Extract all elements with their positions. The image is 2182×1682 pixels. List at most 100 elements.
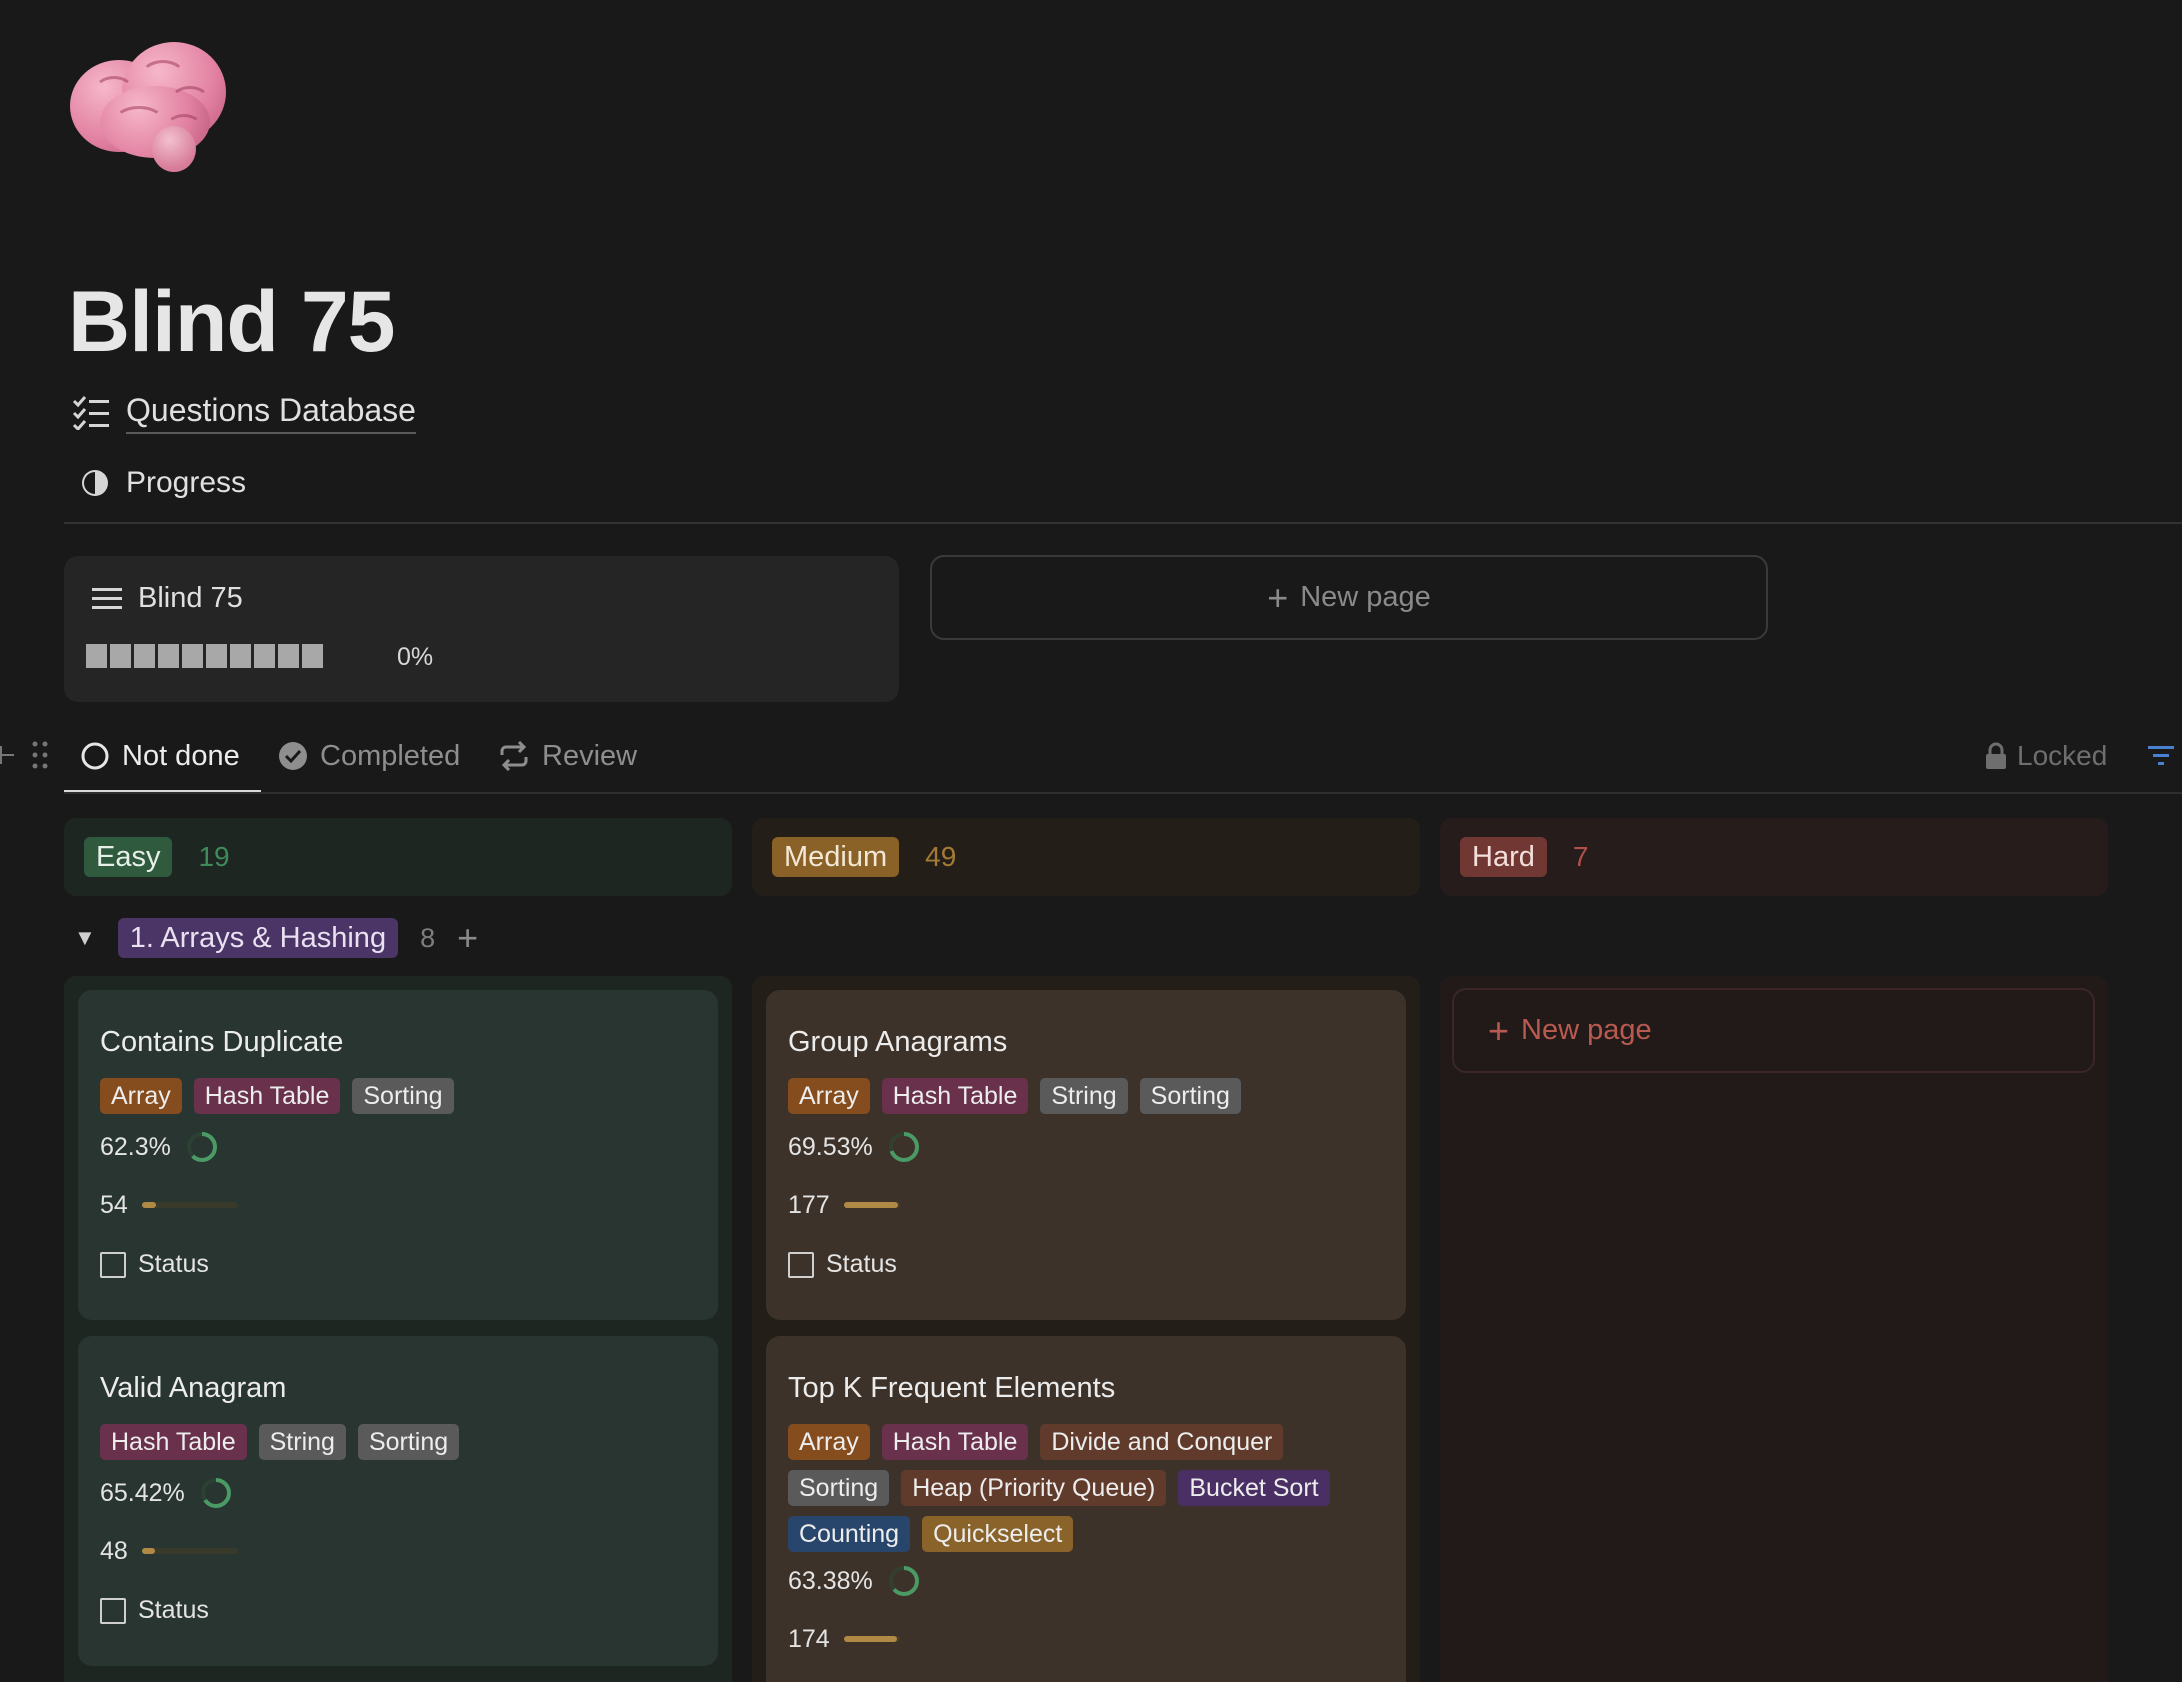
acceptance-rate: 69.53% bbox=[788, 1133, 873, 1161]
progress-label: Progress bbox=[126, 466, 247, 499]
easy-count: 19 bbox=[198, 841, 230, 872]
acceptance-rate: 63.38% bbox=[788, 1567, 873, 1595]
likes-bar bbox=[843, 1636, 900, 1642]
plus-icon: + bbox=[1267, 576, 1289, 618]
tag-string: String bbox=[1040, 1078, 1128, 1114]
card-title: Valid Anagram bbox=[100, 1372, 287, 1404]
tabs-divider bbox=[64, 792, 2182, 794]
column-header-hard[interactable]: Hard 7 bbox=[1440, 818, 2108, 896]
repeat-icon bbox=[500, 741, 528, 771]
medium-pill: Medium bbox=[772, 837, 900, 877]
tag-bucket-sort: Bucket Sort bbox=[1178, 1470, 1330, 1506]
card-contains-duplicate[interactable]: Contains Duplicate Array Hash Table Sort… bbox=[78, 990, 718, 1320]
new-page-button[interactable]: + New page bbox=[930, 555, 1768, 640]
checklist-icon bbox=[72, 396, 109, 430]
tag-hash-table: Hash Table bbox=[100, 1424, 247, 1460]
tag-hash-table: Hash Table bbox=[193, 1078, 341, 1114]
status-label: Status bbox=[138, 1596, 209, 1624]
view-tabs: Not done Completed Review Locked bbox=[0, 728, 2182, 794]
checkbox-icon[interactable] bbox=[100, 1251, 126, 1278]
acceptance-rate: 62.3% bbox=[100, 1133, 171, 1161]
likes-count: 177 bbox=[788, 1191, 830, 1219]
filter-icon[interactable] bbox=[2148, 744, 2174, 771]
progress-bar bbox=[86, 644, 323, 668]
tag-sorting: Sorting bbox=[1139, 1078, 1241, 1114]
new-page-label: New page bbox=[1300, 581, 1431, 613]
collapse-triangle-icon[interactable]: ▼ bbox=[74, 925, 96, 951]
tag-divide-and-conquer: Divide and Conquer bbox=[1040, 1424, 1284, 1460]
tag-counting: Counting bbox=[788, 1516, 911, 1552]
tab-not-done-label: Not done bbox=[122, 739, 240, 772]
column-header-medium[interactable]: Medium 49 bbox=[752, 818, 1420, 896]
locked-indicator[interactable]: Locked bbox=[1985, 736, 2107, 776]
card-top-k-frequent-elements[interactable]: Top K Frequent Elements Array Hash Table… bbox=[766, 1336, 1406, 1682]
tag-string: String bbox=[258, 1424, 346, 1460]
progress-card-title: Blind 75 bbox=[138, 582, 243, 614]
status-checkbox[interactable]: Status bbox=[788, 1250, 897, 1279]
tag-array: Array bbox=[100, 1078, 182, 1114]
lock-icon bbox=[1986, 742, 2006, 769]
plus-icon: + bbox=[1488, 1009, 1510, 1051]
likes-count: 174 bbox=[788, 1625, 830, 1653]
column-header-easy[interactable]: Easy 19 bbox=[64, 818, 732, 896]
brain-icon[interactable] bbox=[70, 42, 228, 174]
card-group-anagrams[interactable]: Group Anagrams Array Hash Table String S… bbox=[766, 990, 1406, 1320]
card-title: Contains Duplicate bbox=[100, 1026, 344, 1058]
group-header-arrays-hashing[interactable]: ▼ 1. Arrays & Hashing 8 + bbox=[74, 918, 478, 958]
status-label: Status bbox=[826, 1250, 897, 1278]
group-count: 8 bbox=[420, 922, 436, 953]
tag-array: Array bbox=[788, 1078, 870, 1114]
hard-new-page-button[interactable]: + New page bbox=[1452, 988, 2095, 1073]
notion-page: Blind 75 Questions Database Progress Bli… bbox=[0, 0, 2182, 1682]
likes-bar bbox=[141, 1548, 238, 1554]
likes-count: 48 bbox=[100, 1537, 128, 1565]
check-circle-icon bbox=[279, 742, 307, 770]
page-title: Blind 75 bbox=[68, 274, 396, 370]
acceptance-ring-icon bbox=[888, 1132, 919, 1162]
new-page-label: New page bbox=[1521, 1014, 1652, 1046]
group-label: 1. Arrays & Hashing bbox=[117, 918, 399, 958]
tab-review[interactable]: Review bbox=[498, 736, 637, 776]
tag-sorting: Sorting bbox=[357, 1424, 460, 1460]
acceptance-rate: 65.42% bbox=[100, 1479, 185, 1507]
tab-completed-label: Completed bbox=[320, 739, 461, 772]
checkbox-icon[interactable] bbox=[788, 1251, 814, 1278]
tag-heap-priority-queue: Heap (Priority Queue) bbox=[901, 1470, 1167, 1506]
group-add-icon[interactable]: + bbox=[457, 920, 478, 956]
status-label: Status bbox=[138, 1250, 209, 1278]
likes-count: 54 bbox=[100, 1191, 128, 1219]
questions-database-link[interactable]: Questions Database bbox=[72, 390, 416, 434]
divider bbox=[64, 522, 2182, 524]
tag-sorting: Sorting bbox=[352, 1078, 454, 1114]
progress-percent: 0% bbox=[397, 643, 434, 671]
tag-hash-table: Hash Table bbox=[881, 1424, 1029, 1460]
circle-icon bbox=[81, 742, 109, 770]
tag-sorting: Sorting bbox=[788, 1470, 890, 1506]
half-circle-icon bbox=[82, 470, 108, 496]
list-icon bbox=[92, 587, 122, 609]
tag-quickselect: Quickselect bbox=[922, 1516, 1074, 1552]
tab-completed[interactable]: Completed bbox=[278, 736, 460, 776]
blind75-progress-card[interactable]: Blind 75 0% bbox=[64, 556, 899, 702]
tag-array: Array bbox=[788, 1424, 870, 1460]
tag-hash-table: Hash Table bbox=[881, 1078, 1029, 1114]
progress-link[interactable]: Progress bbox=[80, 466, 246, 500]
easy-pill: Easy bbox=[84, 837, 173, 877]
status-checkbox[interactable]: Status bbox=[100, 1250, 209, 1279]
tab-review-label: Review bbox=[542, 739, 638, 772]
locked-label: Locked bbox=[2017, 740, 2108, 771]
medium-count: 49 bbox=[925, 841, 957, 872]
card-title: Top K Frequent Elements bbox=[788, 1372, 1116, 1404]
questions-database-label: Questions Database bbox=[126, 390, 416, 434]
status-checkbox[interactable]: Status bbox=[100, 1596, 209, 1625]
likes-bar bbox=[141, 1202, 238, 1208]
hard-pill: Hard bbox=[1460, 837, 1547, 877]
acceptance-ring-icon bbox=[200, 1478, 231, 1508]
card-valid-anagram[interactable]: Valid Anagram Hash Table String Sorting … bbox=[78, 1336, 718, 1666]
likes-bar bbox=[843, 1202, 900, 1208]
tab-not-done[interactable]: Not done bbox=[80, 736, 240, 776]
checkbox-icon[interactable] bbox=[100, 1597, 126, 1624]
hard-count: 7 bbox=[1572, 841, 1589, 872]
card-title: Group Anagrams bbox=[788, 1026, 1008, 1058]
acceptance-ring-icon bbox=[186, 1132, 217, 1162]
